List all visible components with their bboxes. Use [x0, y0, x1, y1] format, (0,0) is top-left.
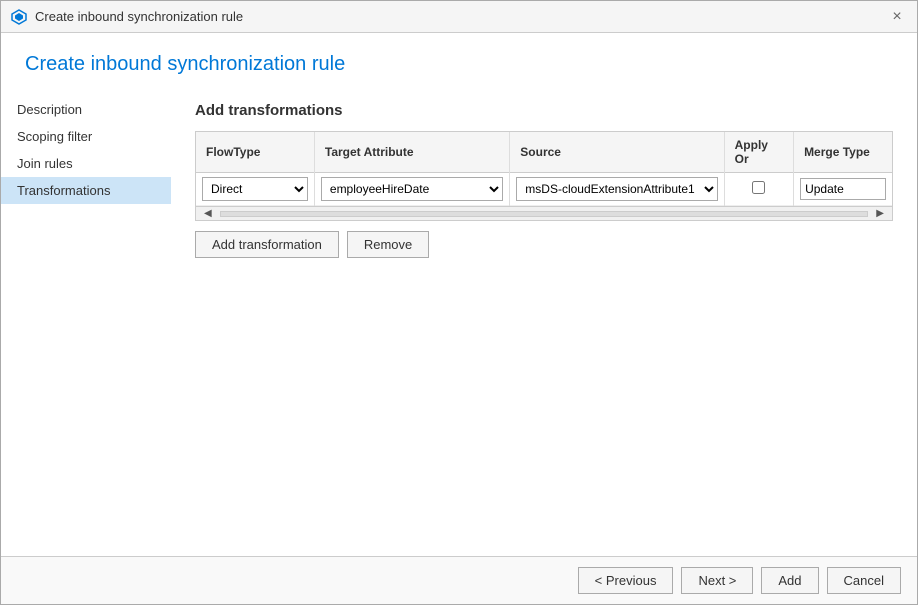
col-header-merge-type: Merge Type	[794, 132, 892, 173]
merge-type-input[interactable]	[800, 178, 886, 200]
apply-once-checkbox[interactable]	[752, 181, 765, 194]
scroll-track[interactable]	[220, 211, 869, 217]
col-header-apply-once: Apply Or	[724, 132, 793, 173]
window-title: Create inbound synchronization rule	[35, 9, 243, 24]
title-bar-left: Create inbound synchronization rule	[11, 9, 243, 25]
title-bar: Create inbound synchronization rule ×	[1, 1, 917, 33]
apply-once-cell	[724, 173, 793, 206]
transformations-table: FlowType Target Attribute Source Apply O…	[196, 132, 892, 206]
footer: < Previous Next > Add Cancel	[1, 556, 917, 604]
table-row: Direct Constant Expression employeeHireD…	[196, 173, 892, 206]
app-icon	[11, 9, 27, 25]
transformations-table-container: FlowType Target Attribute Source Apply O…	[195, 131, 893, 221]
table-header-row: FlowType Target Attribute Source Apply O…	[196, 132, 892, 173]
remove-button[interactable]: Remove	[347, 231, 429, 258]
section-title: Add transformations	[195, 102, 893, 119]
scroll-right-arrow[interactable]: ▶	[872, 208, 888, 219]
col-header-target-attribute: Target Attribute	[314, 132, 509, 173]
add-transformation-button[interactable]: Add transformation	[195, 231, 339, 258]
cancel-button[interactable]: Cancel	[827, 567, 901, 594]
add-button[interactable]: Add	[761, 567, 818, 594]
col-header-flowtype: FlowType	[196, 132, 314, 173]
flowtype-cell: Direct Constant Expression	[196, 173, 314, 206]
horizontal-scrollbar[interactable]: ◀ ▶	[196, 206, 892, 220]
page-heading: Create inbound synchronization rule	[25, 53, 893, 76]
flowtype-select[interactable]: Direct Constant Expression	[202, 177, 308, 201]
next-button[interactable]: Next >	[681, 567, 753, 594]
source-cell: msDS-cloudExtensionAttribute1	[510, 173, 724, 206]
close-button[interactable]: ×	[887, 7, 907, 27]
sidebar-item-description[interactable]: Description	[1, 96, 171, 123]
col-header-source: Source	[510, 132, 724, 173]
scroll-left-arrow[interactable]: ◀	[200, 208, 216, 219]
main-window: Create inbound synchronization rule × Cr…	[0, 0, 918, 605]
sidebar: Description Scoping filter Join rules Tr…	[1, 86, 171, 556]
source-select[interactable]: msDS-cloudExtensionAttribute1	[516, 177, 717, 201]
target-attribute-cell: employeeHireDate	[314, 173, 509, 206]
target-attribute-select[interactable]: employeeHireDate	[321, 177, 503, 201]
page-header: Create inbound synchronization rule	[1, 33, 917, 86]
sidebar-item-scoping-filter[interactable]: Scoping filter	[1, 123, 171, 150]
sidebar-item-transformations[interactable]: Transformations	[1, 177, 171, 204]
merge-type-cell	[794, 173, 892, 206]
main-content: Add transformations FlowType Target Attr…	[171, 86, 917, 556]
action-buttons: Add transformation Remove	[195, 231, 893, 258]
sidebar-item-join-rules[interactable]: Join rules	[1, 150, 171, 177]
main-layout: Description Scoping filter Join rules Tr…	[1, 86, 917, 556]
previous-button[interactable]: < Previous	[578, 567, 674, 594]
